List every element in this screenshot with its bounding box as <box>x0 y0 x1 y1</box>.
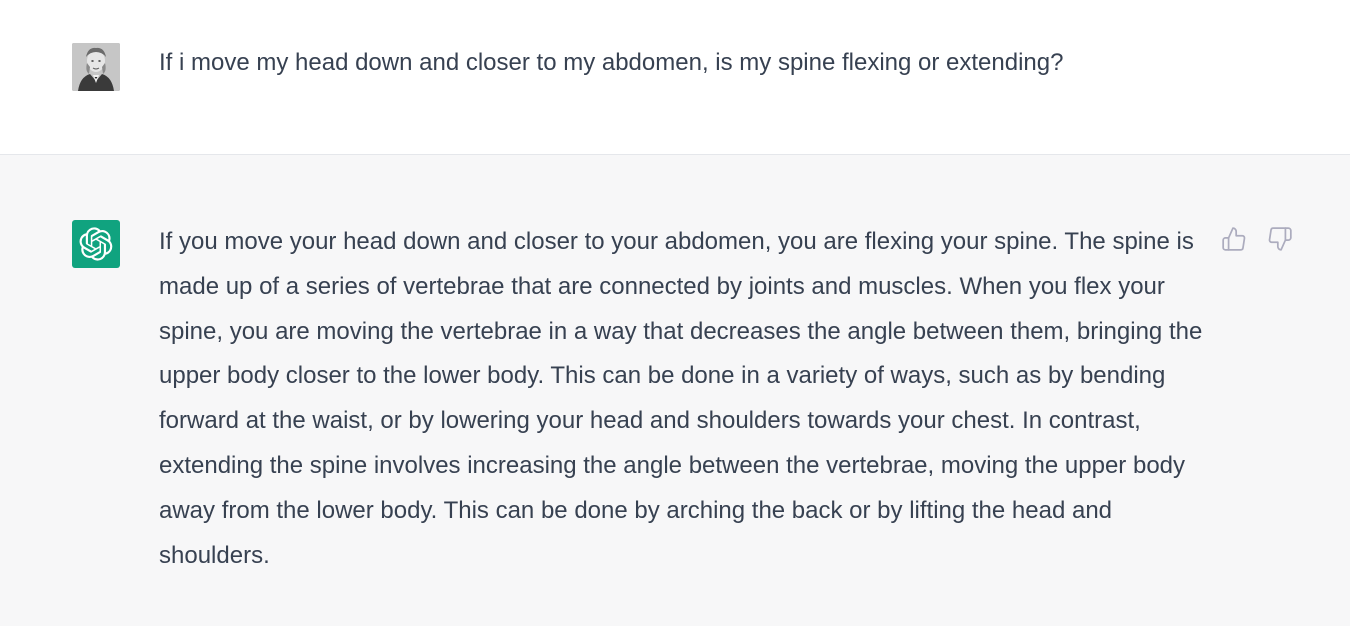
thumbs-up-button[interactable] <box>1220 225 1248 253</box>
assistant-message: If you move your head down and closer to… <box>0 155 1350 626</box>
user-portrait-icon <box>72 43 120 91</box>
thumbs-down-icon <box>1268 227 1292 251</box>
conversation-thread: If i move my head down and closer to my … <box>0 0 1350 626</box>
assistant-message-text: If you move your head down and closer to… <box>159 228 1203 569</box>
user-avatar <box>72 43 120 91</box>
assistant-avatar <box>72 220 120 268</box>
thumbs-down-button[interactable] <box>1266 225 1294 253</box>
openai-logo-icon <box>79 227 113 261</box>
user-message: If i move my head down and closer to my … <box>0 0 1350 155</box>
thumbs-up-icon <box>1222 227 1246 251</box>
user-message-text: If i move my head down and closer to my … <box>159 49 1064 76</box>
